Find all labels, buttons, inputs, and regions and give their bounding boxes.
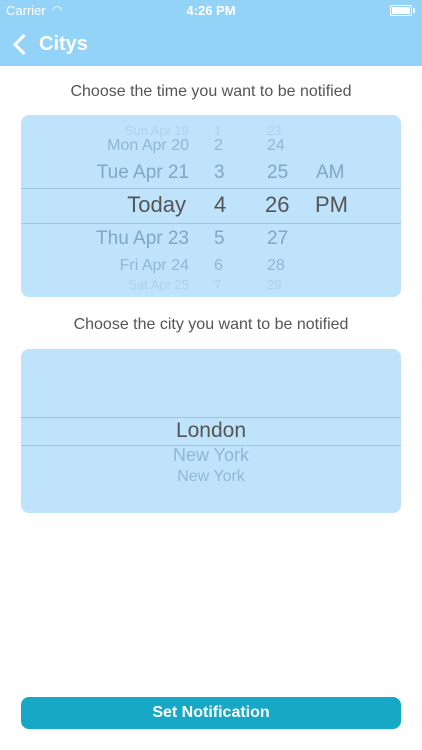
date-option: Tue Apr 21 [96, 162, 189, 183]
hour-option: 3 [214, 162, 225, 183]
back-button[interactable]: Citys [10, 22, 88, 66]
date-selected: Today [127, 192, 186, 217]
date-option: Fri Apr 24 [119, 257, 189, 274]
picker-row[interactable]: Sat Apr 25 7 29 [21, 277, 401, 293]
picker-row[interactable]: Fri Apr 24 6 28 [21, 257, 401, 277]
ampm-option: AM [316, 162, 345, 183]
date-option: Mon Apr 20 [107, 137, 189, 154]
date-option: Thu Apr 23 [96, 228, 189, 249]
date-option: Sun Apr 19 [124, 123, 189, 138]
city-option[interactable]: New York [21, 445, 401, 467]
hour-option: 7 [214, 277, 222, 292]
minute-option: 28 [267, 257, 285, 274]
city-option[interactable]: New York [21, 468, 401, 488]
minute-option: 29 [267, 277, 282, 292]
top-bar: Carrier ◠ 4:26 PM Citys [0, 0, 422, 66]
navigation-bar: Citys [0, 22, 422, 66]
city-picker[interactable]: London New York New York [21, 349, 401, 513]
minute-option: 24 [267, 137, 285, 154]
status-time: 4:26 PM [186, 3, 236, 18]
hour-option: 1 [214, 123, 222, 138]
date-time-picker[interactable]: Sun Apr 19 1 23 Mon Apr 20 2 24 Tue Apr … [21, 115, 401, 297]
city-option-selected[interactable]: London [21, 419, 401, 445]
ampm-selected: PM [315, 192, 348, 217]
set-notification-button[interactable]: Set Notification [21, 697, 401, 729]
chevron-left-icon [12, 33, 35, 55]
battery-icon [390, 5, 415, 16]
picker-row[interactable]: Mon Apr 20 2 24 [21, 137, 401, 157]
minute-option: 25 [267, 162, 289, 183]
hour-option: 5 [214, 228, 225, 249]
back-label: Citys [39, 32, 88, 55]
hour-option: 6 [214, 257, 223, 274]
picker-row-selected[interactable]: Today 4 26 PM [21, 192, 401, 220]
picker-row[interactable]: Thu Apr 23 5 27 [21, 228, 401, 252]
city-section-title: Choose the city you want to be notified [73, 316, 349, 333]
minute-option: 23 [267, 123, 282, 138]
minute-selected: 26 [265, 192, 290, 217]
status-bar: Carrier ◠ 4:26 PM [0, 0, 422, 22]
time-section-title: Choose the time you want to be notified [70, 83, 352, 100]
hour-selected: 4 [214, 192, 227, 217]
hour-option: 2 [214, 137, 223, 154]
date-option: Sat Apr 25 [128, 277, 189, 292]
picker-row[interactable]: Tue Apr 21 3 25 AM [21, 162, 401, 186]
minute-option: 27 [267, 228, 289, 249]
